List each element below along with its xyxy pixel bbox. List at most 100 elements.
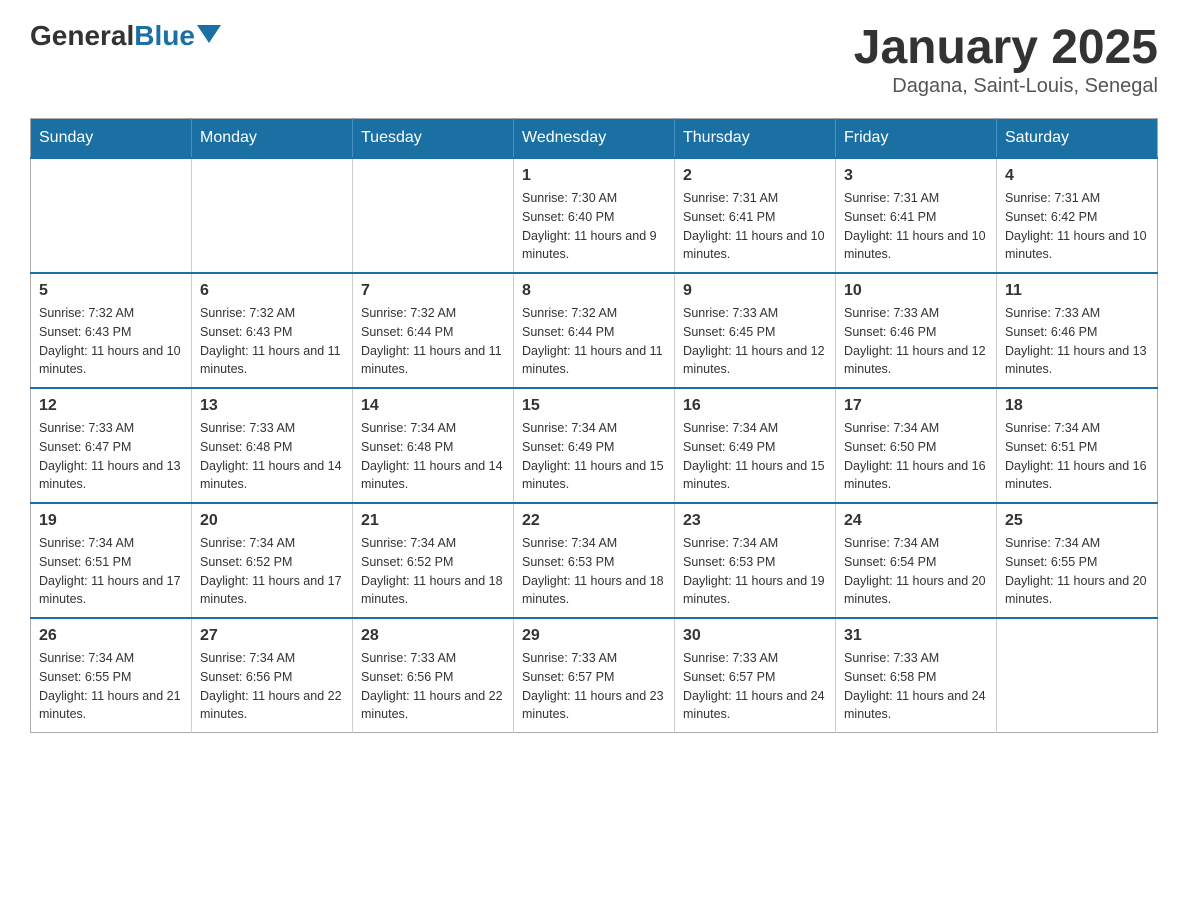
calendar-cell: 25 Sunrise: 7:34 AMSunset: 6:55 PMDayligh… (997, 503, 1158, 618)
day-info: Sunrise: 7:34 AMSunset: 6:55 PMDaylight:… (39, 649, 183, 724)
day-number: 4 (1005, 167, 1149, 185)
calendar-cell: 10Sunrise: 7:33 AMSunset: 6:46 PMDayligh… (836, 273, 997, 388)
day-info: Sunrise: 7:34 AMSunset: 6:51 PMDaylight:… (1005, 419, 1149, 494)
day-info: Sunrise: 7:34 AMSunset: 6:49 PMDaylight:… (683, 419, 827, 494)
day-info: Sunrise: 7:30 AMSunset: 6:40 PMDaylight:… (522, 189, 666, 264)
calendar-cell: 29 Sunrise: 7:33 AMSunset: 6:57 PMDayligh… (514, 618, 675, 733)
day-number: 3 (844, 167, 988, 185)
header-friday: Friday (836, 119, 997, 159)
day-info: Sunrise: 7:34 AMSunset: 6:54 PMDaylight:… (844, 534, 988, 609)
calendar-cell (353, 158, 514, 273)
calendar-cell (31, 158, 192, 273)
calendar-body: 1 Sunrise: 7:30 AMSunset: 6:40 PMDaylight… (31, 158, 1158, 733)
calendar-cell: 26Sunrise: 7:34 AMSunset: 6:55 PMDayligh… (31, 618, 192, 733)
calendar-cell: 21 Sunrise: 7:34 AMSunset: 6:52 PMDayligh… (353, 503, 514, 618)
day-number: 16 (683, 397, 827, 415)
day-info: Sunrise: 7:34 AMSunset: 6:50 PMDaylight:… (844, 419, 988, 494)
week-row-4: 19 Sunrise: 7:34 AMSunset: 6:51 PMDayligh… (31, 503, 1158, 618)
day-info: Sunrise: 7:34 AMSunset: 6:53 PMDaylight:… (522, 534, 666, 609)
page-header: General Blue January 2025 Dagana, Saint-… (30, 20, 1158, 98)
day-number: 27 (200, 627, 344, 645)
day-info: Sunrise: 7:32 AMSunset: 6:44 PMDaylight:… (522, 304, 666, 379)
title-block: January 2025 Dagana, Saint-Louis, Senega… (854, 20, 1158, 98)
day-number: 2 (683, 167, 827, 185)
calendar-cell: 12Sunrise: 7:33 AMSunset: 6:47 PMDayligh… (31, 388, 192, 503)
day-number: 22 (522, 512, 666, 530)
calendar-cell: 23 Sunrise: 7:34 AMSunset: 6:53 PMDayligh… (675, 503, 836, 618)
day-number: 6 (200, 282, 344, 300)
day-number: 18 (1005, 397, 1149, 415)
location-subtitle: Dagana, Saint-Louis, Senegal (854, 75, 1158, 98)
logo-general-text: General (30, 20, 134, 52)
calendar-cell: 7 Sunrise: 7:32 AMSunset: 6:44 PMDaylight… (353, 273, 514, 388)
days-of-week-row: SundayMondayTuesdayWednesdayThursdayFrid… (31, 119, 1158, 159)
header-tuesday: Tuesday (353, 119, 514, 159)
day-info: Sunrise: 7:33 AMSunset: 6:47 PMDaylight:… (39, 419, 183, 494)
day-number: 15 (522, 397, 666, 415)
day-number: 23 (683, 512, 827, 530)
calendar-cell: 9 Sunrise: 7:33 AMSunset: 6:45 PMDaylight… (675, 273, 836, 388)
day-number: 7 (361, 282, 505, 300)
day-info: Sunrise: 7:34 AMSunset: 6:53 PMDaylight:… (683, 534, 827, 609)
day-info: Sunrise: 7:34 AMSunset: 6:52 PMDaylight:… (361, 534, 505, 609)
day-info: Sunrise: 7:34 AMSunset: 6:55 PMDaylight:… (1005, 534, 1149, 609)
day-info: Sunrise: 7:34 AMSunset: 6:51 PMDaylight:… (39, 534, 183, 609)
header-monday: Monday (192, 119, 353, 159)
day-info: Sunrise: 7:34 AMSunset: 6:52 PMDaylight:… (200, 534, 344, 609)
day-number: 8 (522, 282, 666, 300)
month-title: January 2025 (854, 20, 1158, 75)
day-info: Sunrise: 7:33 AMSunset: 6:45 PMDaylight:… (683, 304, 827, 379)
day-info: Sunrise: 7:31 AMSunset: 6:41 PMDaylight:… (683, 189, 827, 264)
day-number: 20 (200, 512, 344, 530)
calendar-cell: 31 Sunrise: 7:33 AMSunset: 6:58 PMDayligh… (836, 618, 997, 733)
calendar-cell: 20 Sunrise: 7:34 AMSunset: 6:52 PMDayligh… (192, 503, 353, 618)
header-wednesday: Wednesday (514, 119, 675, 159)
header-sunday: Sunday (31, 119, 192, 159)
header-thursday: Thursday (675, 119, 836, 159)
day-number: 11 (1005, 282, 1149, 300)
day-info: Sunrise: 7:33 AMSunset: 6:46 PMDaylight:… (1005, 304, 1149, 379)
calendar-cell: 27Sunrise: 7:34 AMSunset: 6:56 PMDayligh… (192, 618, 353, 733)
day-number: 9 (683, 282, 827, 300)
day-info: Sunrise: 7:33 AMSunset: 6:56 PMDaylight:… (361, 649, 505, 724)
day-number: 1 (522, 167, 666, 185)
calendar-cell (997, 618, 1158, 733)
day-info: Sunrise: 7:33 AMSunset: 6:57 PMDaylight:… (522, 649, 666, 724)
week-row-5: 26Sunrise: 7:34 AMSunset: 6:55 PMDayligh… (31, 618, 1158, 733)
day-info: Sunrise: 7:33 AMSunset: 6:58 PMDaylight:… (844, 649, 988, 724)
calendar-cell: 16 Sunrise: 7:34 AMSunset: 6:49 PMDayligh… (675, 388, 836, 503)
calendar-cell: 22 Sunrise: 7:34 AMSunset: 6:53 PMDayligh… (514, 503, 675, 618)
day-number: 29 (522, 627, 666, 645)
day-info: Sunrise: 7:33 AMSunset: 6:46 PMDaylight:… (844, 304, 988, 379)
day-number: 17 (844, 397, 988, 415)
calendar-header: SundayMondayTuesdayWednesdayThursdayFrid… (31, 119, 1158, 159)
day-info: Sunrise: 7:32 AMSunset: 6:43 PMDaylight:… (39, 304, 183, 379)
calendar-table: SundayMondayTuesdayWednesdayThursdayFrid… (30, 118, 1158, 733)
day-number: 21 (361, 512, 505, 530)
day-number: 5 (39, 282, 183, 300)
day-number: 19 (39, 512, 183, 530)
calendar-cell: 28 Sunrise: 7:33 AMSunset: 6:56 PMDayligh… (353, 618, 514, 733)
calendar-cell: 24 Sunrise: 7:34 AMSunset: 6:54 PMDayligh… (836, 503, 997, 618)
calendar-cell: 1 Sunrise: 7:30 AMSunset: 6:40 PMDaylight… (514, 158, 675, 273)
calendar-cell: 15Sunrise: 7:34 AMSunset: 6:49 PMDayligh… (514, 388, 675, 503)
day-number: 25 (1005, 512, 1149, 530)
day-number: 24 (844, 512, 988, 530)
day-info: Sunrise: 7:33 AMSunset: 6:57 PMDaylight:… (683, 649, 827, 724)
day-info: Sunrise: 7:31 AMSunset: 6:42 PMDaylight:… (1005, 189, 1149, 264)
week-row-3: 12Sunrise: 7:33 AMSunset: 6:47 PMDayligh… (31, 388, 1158, 503)
calendar-cell: 8 Sunrise: 7:32 AMSunset: 6:44 PMDaylight… (514, 273, 675, 388)
day-info: Sunrise: 7:34 AMSunset: 6:48 PMDaylight:… (361, 419, 505, 494)
day-number: 31 (844, 627, 988, 645)
day-info: Sunrise: 7:32 AMSunset: 6:43 PMDaylight:… (200, 304, 344, 379)
calendar-cell: 18 Sunrise: 7:34 AMSunset: 6:51 PMDayligh… (997, 388, 1158, 503)
logo: General Blue (30, 20, 221, 52)
calendar-cell: 6 Sunrise: 7:32 AMSunset: 6:43 PMDaylight… (192, 273, 353, 388)
day-info: Sunrise: 7:32 AMSunset: 6:44 PMDaylight:… (361, 304, 505, 379)
day-number: 28 (361, 627, 505, 645)
calendar-cell: 2 Sunrise: 7:31 AMSunset: 6:41 PMDaylight… (675, 158, 836, 273)
week-row-2: 5 Sunrise: 7:32 AMSunset: 6:43 PMDaylight… (31, 273, 1158, 388)
calendar-cell (192, 158, 353, 273)
calendar-cell: 4 Sunrise: 7:31 AMSunset: 6:42 PMDaylight… (997, 158, 1158, 273)
calendar-cell: 17 Sunrise: 7:34 AMSunset: 6:50 PMDayligh… (836, 388, 997, 503)
